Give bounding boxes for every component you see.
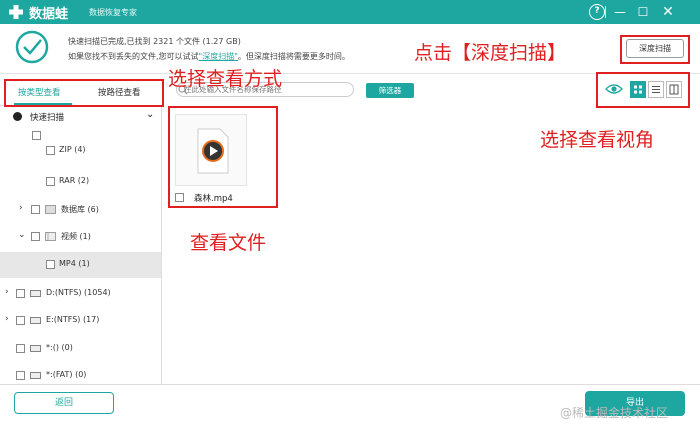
frog-plus-icon	[9, 5, 23, 19]
annotation-box-deep-scan	[620, 35, 690, 64]
check-circle-icon	[15, 30, 49, 64]
tree-item-drive-d[interactable]: › D:(NTFS) (1054)	[0, 284, 161, 304]
tree-item-drive-unknown[interactable]: *:() (0)	[0, 339, 161, 359]
tree-item-label: *:() (0)	[46, 343, 73, 352]
checkbox[interactable]	[46, 260, 55, 269]
tree-item-drive-fat[interactable]: *:(FAT) (0)	[0, 366, 161, 384]
quick-scan-label: 快速扫描	[30, 113, 65, 123]
chevron-right-icon[interactable]: ›	[5, 314, 9, 324]
tree-item-label: 视频 (1)	[61, 232, 91, 241]
drive-icon	[30, 372, 41, 379]
scan-result-text: 快速扫描已完成,已找到 2321 个文件 (1.27 GB)	[68, 37, 241, 46]
category-tree: 快速扫描 ⌄ ZIP (4) RAR (2) › 数据库 (6) ⌄ 视频 (1…	[0, 106, 162, 384]
annotation-choose-mode: 选择查看方式	[168, 68, 283, 90]
chevron-down-icon[interactable]: ⌄	[18, 230, 26, 240]
annotation-click-deep-scan: 点击【深度扫描】	[414, 42, 567, 64]
minimize-button[interactable]: —	[612, 4, 628, 20]
tree-item-video[interactable]: ⌄ 视频 (1)	[0, 227, 161, 247]
chevron-right-icon[interactable]: ›	[19, 203, 23, 213]
tree-item-drive-e[interactable]: › E:(NTFS) (17)	[0, 311, 161, 331]
checkbox[interactable]	[46, 146, 55, 155]
scan-hint-text: 如果您找不到丢失的文件,您可以试试"深度扫描"。但深度扫描将需要更多时间。	[68, 51, 350, 62]
tree-item-label: *:(FAT) (0)	[46, 370, 87, 379]
watermark: @稀土掘金技术社区	[560, 406, 669, 420]
scan-hint-suffix: 。但深度扫描将需要更多时间。	[237, 52, 350, 61]
chevron-down-icon[interactable]: ⌄	[146, 109, 154, 120]
checkbox[interactable]	[16, 344, 25, 353]
checkbox[interactable]	[32, 131, 41, 140]
drive-icon	[30, 317, 41, 324]
checkbox[interactable]	[31, 205, 40, 214]
database-icon	[45, 205, 56, 214]
scan-status-bar: 快速扫描已完成,已找到 2321 个文件 (1.27 GB) 如果您找不到丢失的…	[0, 24, 700, 74]
tree-item-label: ZIP (4)	[59, 145, 86, 154]
back-button[interactable]: 返回	[14, 392, 114, 414]
quick-scan-dot-icon	[13, 112, 22, 121]
tree-item-zip[interactable]: ZIP (4)	[0, 141, 161, 161]
annotation-view-file: 查看文件	[190, 232, 267, 254]
annotation-box-tabs	[4, 79, 164, 107]
app-title: 数据蛙	[29, 7, 69, 22]
checkbox[interactable]	[46, 177, 55, 186]
filter-button[interactable]: 筛选器	[366, 83, 414, 98]
help-button[interactable]: ?	[589, 4, 605, 20]
annotation-box-view	[596, 72, 690, 108]
drive-icon	[30, 345, 41, 352]
checkbox[interactable]	[31, 232, 40, 241]
annotation-choose-view: 选择查看视角	[540, 129, 655, 151]
app-subtitle: 数据恢复专家	[89, 8, 137, 17]
tree-item-label: RAR (2)	[59, 176, 90, 185]
tree-item-rar[interactable]: RAR (2)	[0, 172, 161, 192]
tree-item-label: D:(NTFS) (1054)	[46, 288, 111, 297]
drive-icon	[30, 290, 41, 297]
tree-item-mp4[interactable]: MP4 (1)	[0, 252, 161, 278]
maximize-button[interactable]: ☐	[635, 4, 651, 20]
tree-item-label: MP4 (1)	[59, 259, 90, 268]
quick-scan-header[interactable]: 快速扫描 ⌄	[0, 106, 161, 126]
tree-item-label: 数据库 (6)	[61, 205, 99, 214]
checkbox[interactable]	[16, 371, 25, 380]
checkbox[interactable]	[16, 316, 25, 325]
tree-item-database[interactable]: › 数据库 (6)	[0, 200, 161, 220]
chevron-right-icon[interactable]: ›	[5, 287, 9, 297]
checkbox[interactable]	[16, 289, 25, 298]
close-button[interactable]: ✕	[660, 4, 676, 20]
annotation-box-file	[168, 106, 278, 208]
window-divider	[605, 6, 606, 18]
scan-hint-prefix: 如果您找不到丢失的文件,您可以试试	[68, 52, 199, 61]
deep-scan-link[interactable]: "深度扫描"	[199, 52, 238, 61]
tree-item-label: E:(NTFS) (17)	[46, 315, 100, 324]
video-folder-icon	[45, 232, 56, 241]
